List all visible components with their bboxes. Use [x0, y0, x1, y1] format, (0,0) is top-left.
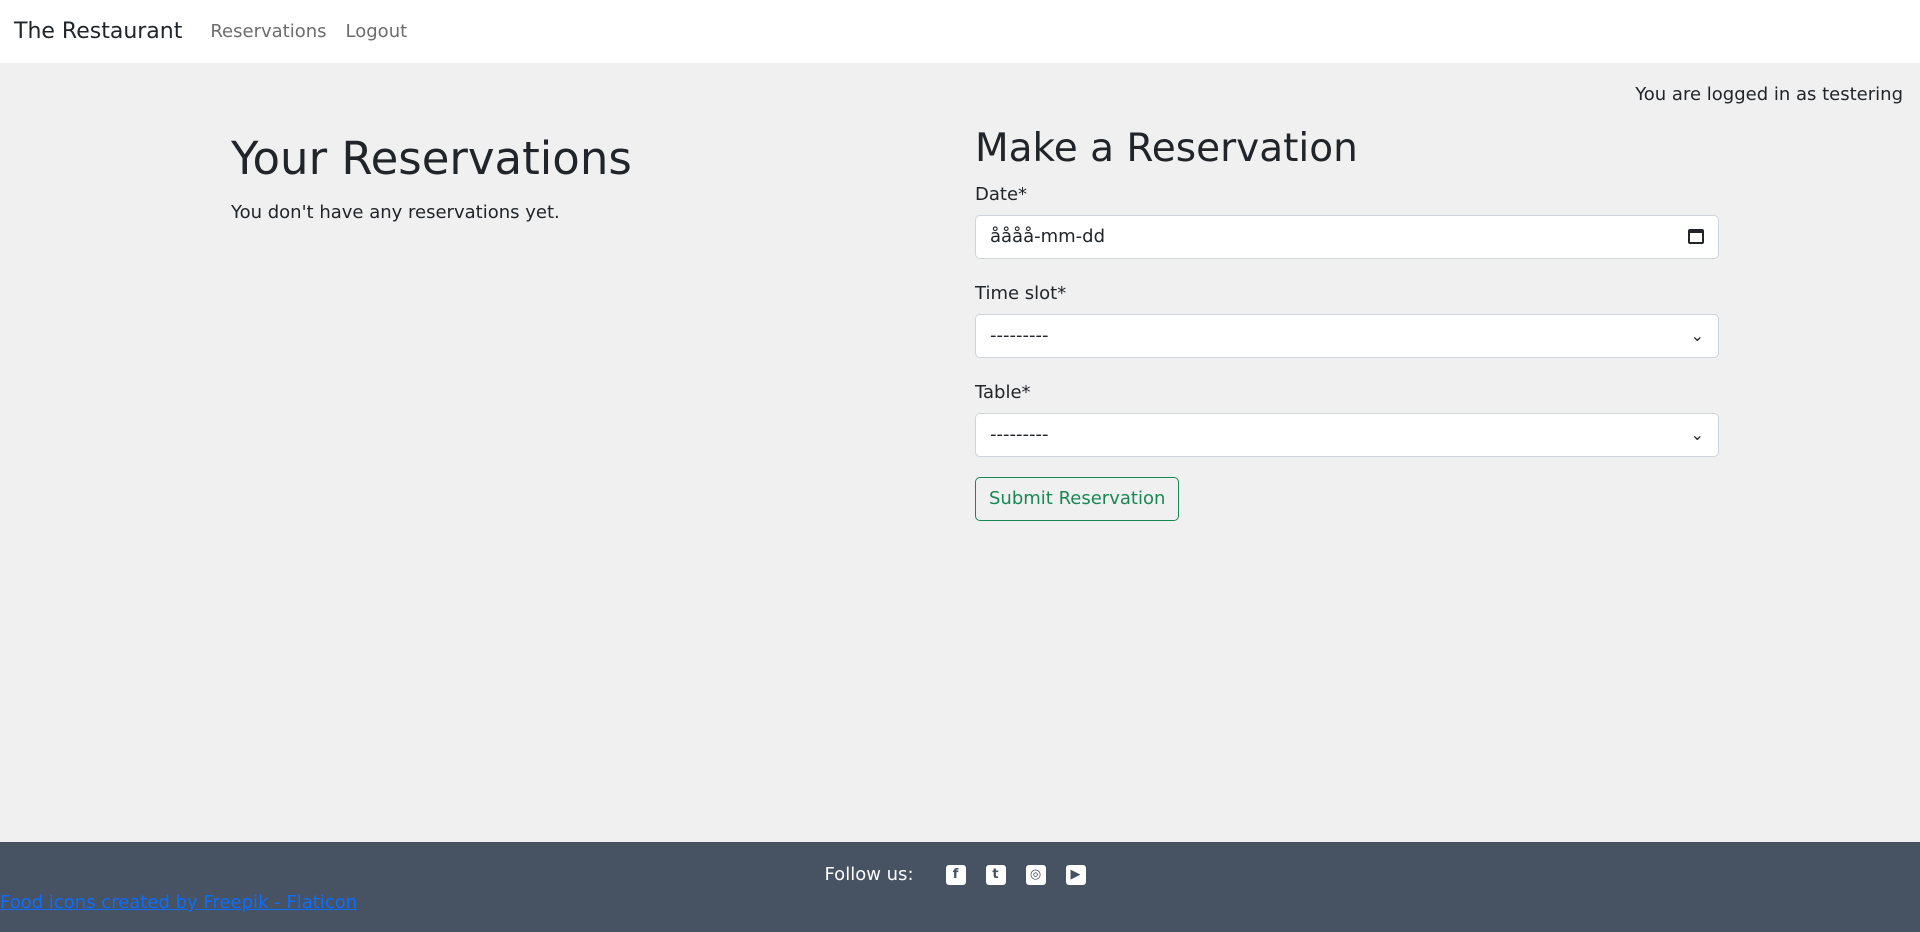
submit-reservation-button[interactable]: Submit Reservation: [975, 476, 1180, 521]
date-input[interactable]: åååå-mm-dd: [975, 214, 1719, 259]
reservations-title: Your Reservations: [231, 132, 632, 185]
facebook-icon[interactable]: f: [945, 864, 966, 885]
follow-text: Follow us:: [824, 864, 914, 885]
table-select-value: ---------: [990, 424, 1049, 446]
timeslot-select[interactable]: --------- ⌄: [975, 313, 1719, 358]
table-label: Table*: [975, 381, 1031, 403]
credit-link[interactable]: Food icons created by Freepik - Flaticon: [0, 892, 357, 913]
calendar-icon[interactable]: [1688, 229, 1704, 245]
instagram-icon[interactable]: ◎: [1025, 864, 1046, 885]
form-title: Make a Reservation: [975, 126, 1358, 171]
chevron-down-icon: ⌄: [1690, 425, 1704, 445]
footer: Follow us: f t ◎ ▶ Food icons created by…: [0, 842, 1920, 932]
login-status: You are logged in as testering: [1635, 84, 1903, 105]
chevron-down-icon: ⌄: [1690, 326, 1704, 346]
nav-link-logout[interactable]: Logout: [346, 21, 408, 42]
nav-link-reservations[interactable]: Reservations: [210, 21, 326, 42]
table-select[interactable]: --------- ⌄: [975, 412, 1719, 457]
reservations-section: Your Reservations You don't have any res…: [231, 128, 931, 223]
reservation-form: Make a Reservation Date* åååå-mm-dd Time…: [975, 126, 1720, 521]
empty-reservations-text: You don't have any reservations yet.: [231, 202, 560, 223]
brand-link[interactable]: The Restaurant: [14, 19, 182, 44]
timeslot-label: Time slot*: [975, 282, 1067, 304]
navbar: The Restaurant Reservations Logout: [0, 0, 1920, 63]
follow-us: Follow us: f t ◎ ▶: [0, 864, 1920, 885]
timeslot-select-value: ---------: [990, 325, 1049, 347]
youtube-icon[interactable]: ▶: [1065, 864, 1086, 885]
twitter-icon[interactable]: t: [985, 864, 1006, 885]
date-input-value: åååå-mm-dd: [990, 226, 1106, 248]
date-label: Date*: [975, 183, 1028, 205]
